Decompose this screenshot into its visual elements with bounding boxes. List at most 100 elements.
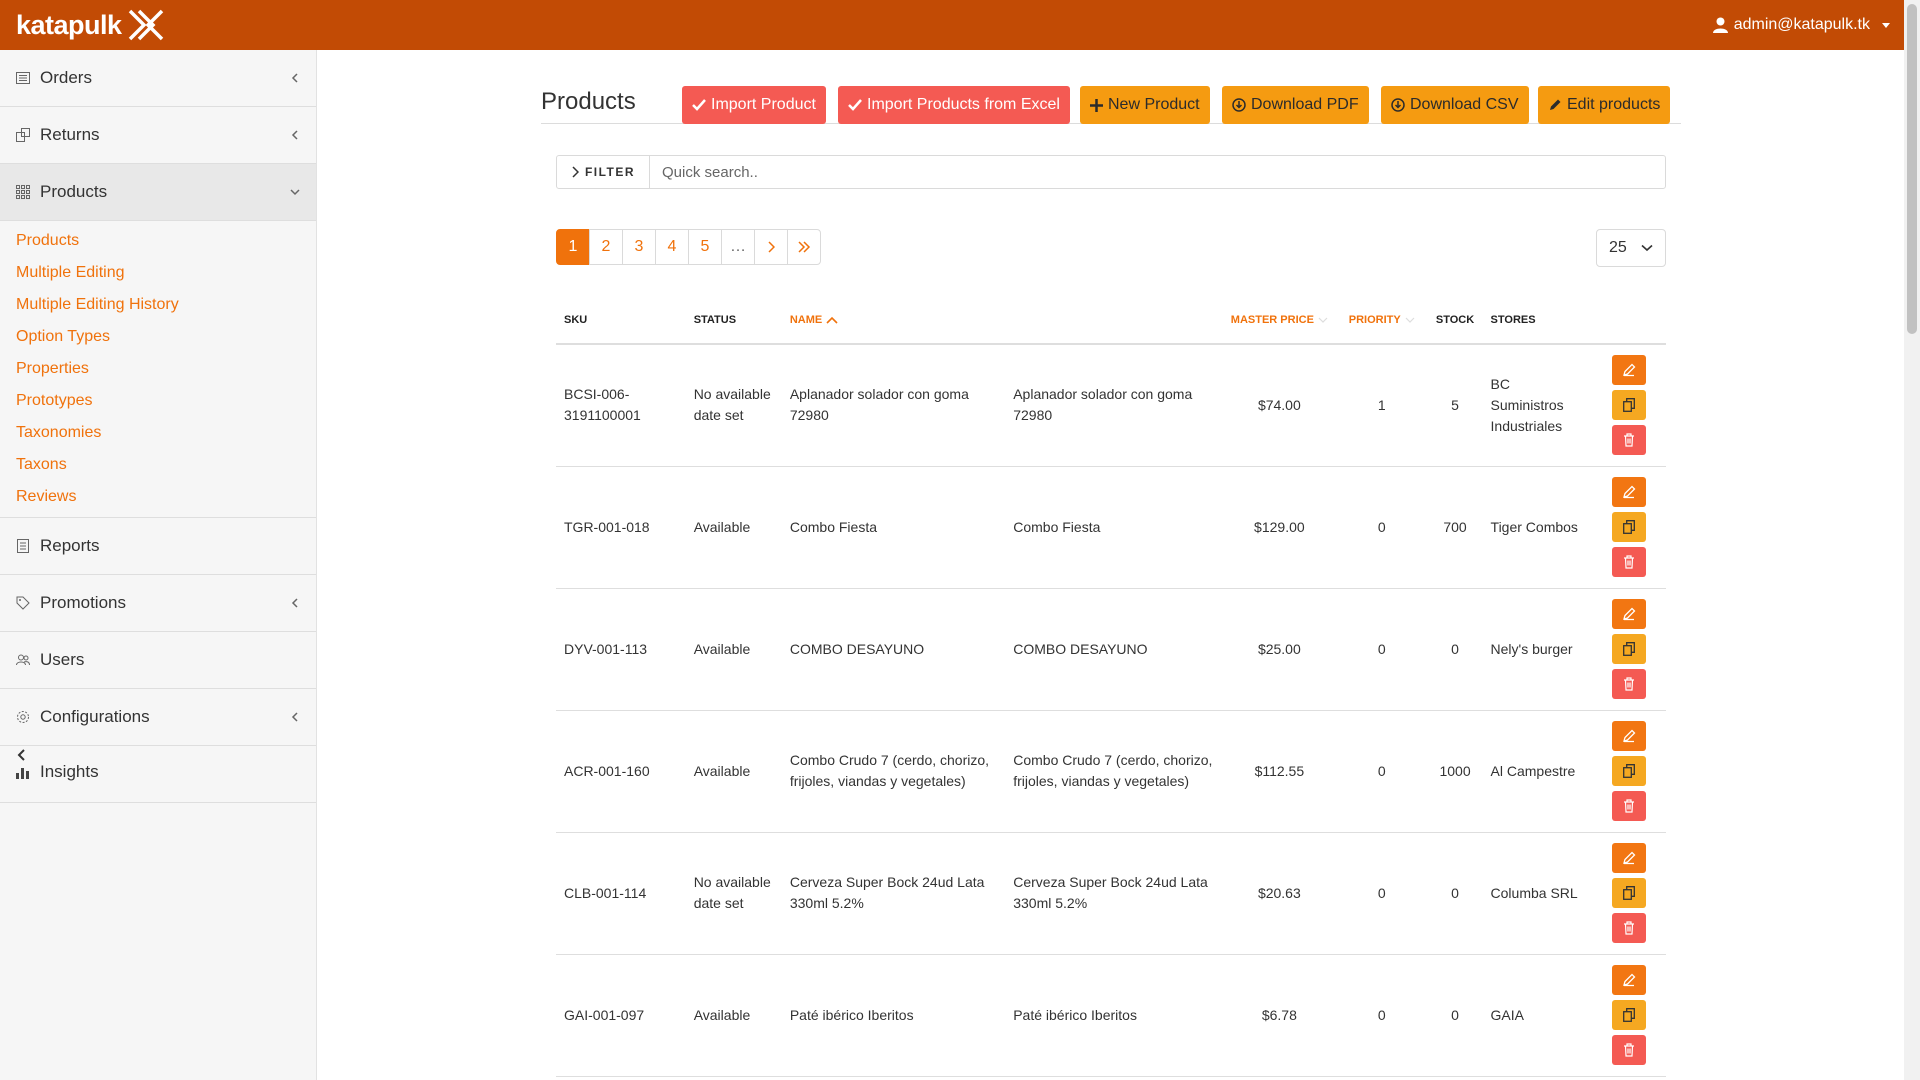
download-csv-button[interactable]: Download CSV — [1381, 86, 1529, 124]
table-row: DYV-001-113 Available COMBO DESAYUNO COMBO … — [556, 588, 1666, 711]
filter-label: FILTER — [584, 165, 636, 179]
clone-button[interactable] — [1611, 512, 1646, 542]
subnav-products[interactable]: Products — [0, 225, 316, 257]
cell-master-price: $25.00 — [1222, 588, 1336, 711]
row-actions — [1600, 841, 1658, 945]
cell-image-alt: Paté ibérico Iberitos — [781, 954, 1006, 1077]
header-priority[interactable]: PRIORITY — [1335, 296, 1428, 345]
row-actions — [1600, 353, 1658, 457]
clone-button[interactable] — [1611, 634, 1646, 664]
sidebar-item-insights[interactable]: Insights — [0, 746, 316, 803]
delete-button[interactable] — [1611, 913, 1646, 943]
sidebar-item-label: Products — [40, 182, 108, 201]
page-link-1[interactable]: 1 — [556, 229, 590, 265]
edit-products-button[interactable]: Edit products — [1538, 86, 1671, 124]
trash-icon — [1623, 921, 1634, 935]
user-menu[interactable]: admin@katapulk.tk — [1712, 16, 1890, 34]
clone-button[interactable] — [1611, 756, 1646, 786]
edit-button[interactable] — [1611, 477, 1646, 507]
subnav-prototypes[interactable]: Prototypes — [0, 385, 316, 417]
sidebar-item-label: Insights — [40, 762, 99, 781]
sort-icon — [1405, 317, 1415, 323]
clone-button[interactable] — [1611, 390, 1646, 421]
cell-priority: 0 — [1335, 832, 1428, 955]
product-name-link[interactable]: Paté ibérico Iberitos — [1005, 954, 1223, 1077]
page-ellipsis: … — [721, 229, 755, 265]
import-excel-button[interactable]: Import Products from Excel — [838, 86, 1070, 124]
sidebar-item-returns[interactable]: Returns — [0, 107, 316, 164]
new-product-button[interactable]: New Product — [1080, 86, 1210, 124]
cell-master-price: $74.00 — [1222, 344, 1336, 467]
quick-search-input[interactable] — [650, 156, 1665, 188]
trash-icon — [1623, 1043, 1634, 1057]
delete-button[interactable] — [1611, 547, 1646, 577]
product-name-link[interactable]: Combo Crudo 7 (cerdo, chorizo, frijoles,… — [1005, 710, 1223, 833]
page-link-2[interactable]: 2 — [589, 229, 623, 265]
delete-button[interactable] — [1611, 1035, 1646, 1065]
cell-sku: GAI-001-097 — [556, 954, 686, 1077]
row-actions — [1600, 597, 1658, 701]
cell-sku: ACR-001-160 — [556, 710, 686, 833]
product-name-link[interactable]: Combo Fiesta — [1005, 466, 1223, 589]
subnav-reviews[interactable]: Reviews — [0, 481, 316, 513]
clone-button[interactable] — [1611, 1000, 1646, 1030]
delete-button[interactable] — [1611, 791, 1646, 821]
header-stock: STOCK — [1427, 296, 1483, 345]
subnav-taxons[interactable]: Taxons — [0, 449, 316, 481]
subnav-multiple-editing[interactable]: Multiple Editing — [0, 257, 316, 289]
header-master-price-label: MASTER PRICE — [1230, 313, 1314, 326]
header-master-price[interactable]: MASTER PRICE — [1222, 296, 1336, 345]
sort-asc-icon — [826, 316, 838, 324]
per-page-select[interactable]: 25 — [1596, 229, 1666, 267]
filter-toggle-button[interactable]: FILTER — [557, 156, 650, 188]
brand-name: katapulk — [16, 9, 122, 40]
product-name-link[interactable]: COMBO DESAYUNO — [1005, 588, 1223, 711]
user-email: admin@katapulk.tk — [1733, 16, 1870, 33]
page-link-3[interactable]: 3 — [622, 229, 656, 265]
users-icon — [16, 653, 30, 667]
sidebar-item-users[interactable]: Users — [0, 632, 316, 689]
page-link-5[interactable]: 5 — [688, 229, 722, 265]
product-name-link[interactable]: Aplanador solador con goma 72980 — [1005, 344, 1223, 467]
tags-icon — [16, 596, 30, 610]
page-link-4[interactable]: 4 — [655, 229, 689, 265]
import-excel-label: Import Products from Excel — [867, 96, 1060, 113]
subnav-properties[interactable]: Properties — [0, 353, 316, 385]
last-page-button[interactable] — [787, 229, 821, 265]
chevron-left-icon — [291, 712, 298, 722]
download-csv-label: Download CSV — [1410, 96, 1519, 113]
import-product-button[interactable]: Import Product — [682, 86, 826, 124]
clone-button[interactable] — [1611, 878, 1646, 908]
edit-button[interactable] — [1611, 965, 1646, 995]
delete-button[interactable] — [1611, 425, 1646, 456]
header-name[interactable]: NAME — [781, 296, 1006, 345]
subnav-multiple-editing-history[interactable]: Multiple Editing History — [0, 289, 316, 321]
brand-logo[interactable]: katapulk — [16, 5, 166, 45]
sidebar-item-products[interactable]: Products — [0, 164, 316, 221]
pagination: 1 2 3 4 5 … — [556, 229, 821, 265]
page-scrollbar[interactable] — [1904, 0, 1920, 1080]
sidebar-item-reports[interactable]: Reports — [0, 518, 316, 575]
edit-button[interactable] — [1611, 843, 1646, 873]
trash-icon — [1623, 799, 1634, 813]
subnav-taxonomies[interactable]: Taxonomies — [0, 417, 316, 449]
delete-button[interactable] — [1611, 669, 1646, 699]
check-icon — [848, 99, 862, 111]
download-pdf-button[interactable]: Download PDF — [1222, 86, 1369, 124]
download-icon — [1391, 98, 1405, 112]
header-status: STATUS — [685, 296, 782, 345]
sidebar-item-configurations[interactable]: Configurations — [0, 689, 316, 746]
edit-button[interactable] — [1611, 355, 1646, 386]
product-name-link[interactable]: Cerveza Super Bock 24ud Lata 330ml 5.2% — [1005, 832, 1223, 955]
filter-bar: FILTER — [556, 155, 1666, 189]
sidebar-item-promotions[interactable]: Promotions — [0, 575, 316, 632]
scrollbar-thumb[interactable] — [1907, 4, 1917, 334]
cell-stores: Tiger Combos — [1482, 466, 1592, 589]
sidebar-item-orders[interactable]: Orders — [0, 50, 316, 107]
cell-master-price: $20.63 — [1222, 832, 1336, 955]
edit-button[interactable] — [1611, 721, 1646, 751]
next-page-button[interactable] — [754, 229, 788, 265]
subnav-option-types[interactable]: Option Types — [0, 321, 316, 353]
header-sku: SKU — [556, 296, 686, 345]
edit-button[interactable] — [1611, 599, 1646, 629]
